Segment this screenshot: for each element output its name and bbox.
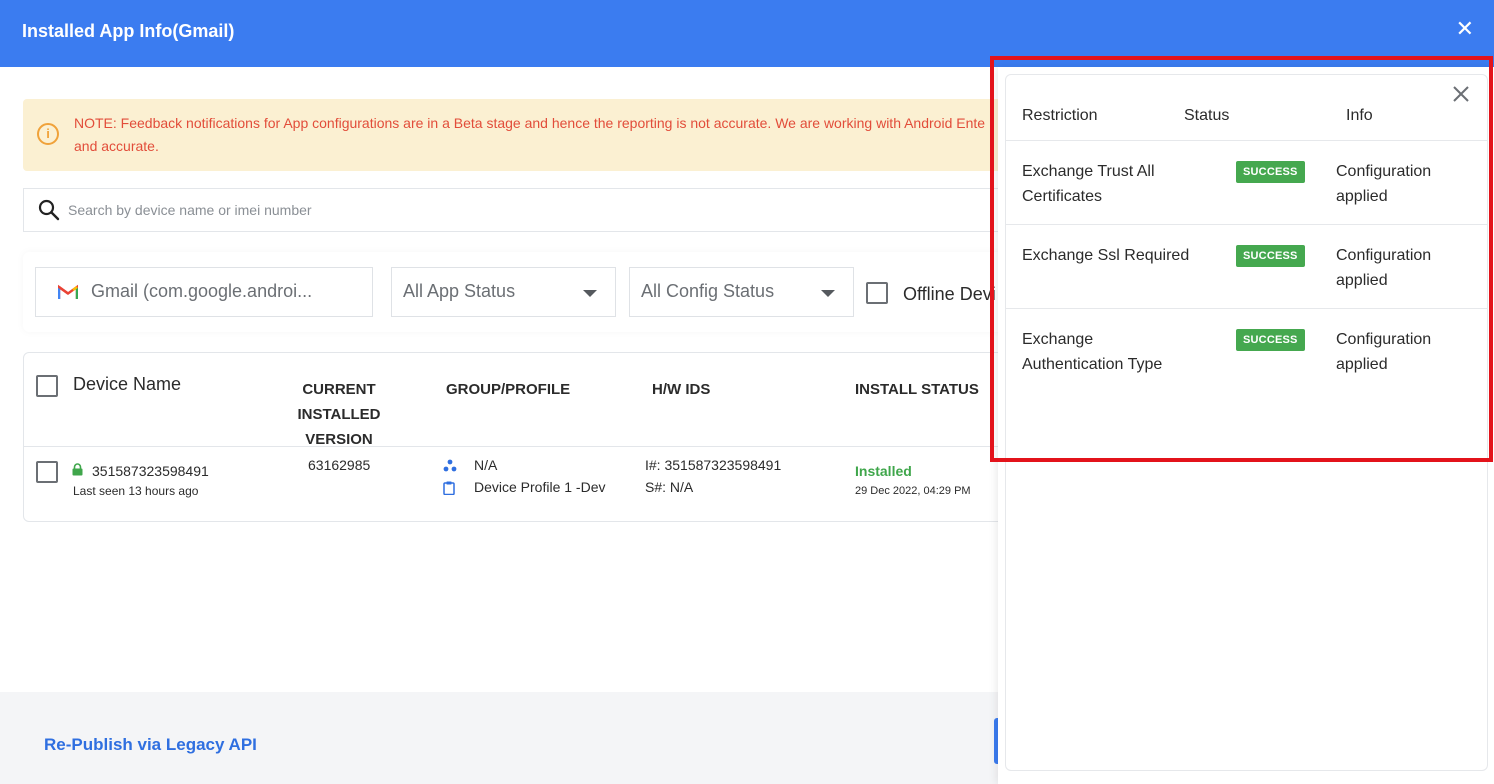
devices-table: Device Name CURRENT INSTALLED VERSION GR… [23, 352, 1033, 522]
app-selector-label: Gmail (com.google.androi... [91, 281, 313, 301]
restriction-name-line1: Exchange [1022, 331, 1094, 348]
restriction-info-line2: applied [1336, 356, 1388, 373]
install-date: 29 Dec 2022, 04:29 PM [855, 485, 971, 497]
table-row[interactable]: 351587323598491 Last seen 13 hours ago 6… [24, 447, 1032, 521]
status-badge: SUCCESS [1236, 329, 1305, 351]
app-selector[interactable]: Gmail (com.google.androi... [35, 267, 373, 317]
note-text-line2: and accurate. [74, 138, 159, 154]
restriction-info-line2: applied [1336, 272, 1388, 289]
restriction-info-line2: applied [1336, 188, 1388, 205]
column-restriction: Restriction [1022, 107, 1098, 124]
restriction-info: Configuration applied [1336, 327, 1476, 377]
note-text-line1: NOTE: Feedback notifications for App con… [74, 115, 986, 131]
status-badge: SUCCESS [1236, 161, 1305, 183]
column-device-name: Device Name [73, 374, 182, 394]
close-icon[interactable]: ✕ [1456, 18, 1474, 40]
restriction-name-line1: Exchange Ssl Required [1022, 247, 1190, 264]
status-badge: SUCCESS [1236, 245, 1305, 267]
beta-note-banner: i NOTE: Feedback notifications for App c… [23, 99, 1033, 171]
lock-icon [72, 463, 83, 476]
info-icon: i [37, 123, 59, 145]
list-item: Exchange Ssl Required SUCCESS Configurat… [1006, 225, 1487, 309]
profile-name: Device Profile 1 -Dev [474, 479, 606, 495]
row-checkbox[interactable] [36, 461, 58, 483]
modal-header: Installed App Info(Gmail) ✕ [0, 0, 1494, 67]
chevron-down-icon [583, 290, 597, 297]
list-item: Exchange Authentication Type SUCCESS Con… [1006, 309, 1487, 393]
restriction-name-line2: Certificates [1022, 188, 1103, 205]
search-input[interactable] [68, 199, 968, 221]
install-status: Installed [855, 463, 912, 479]
column-group-profile: GROUP/PROFILE [446, 381, 571, 398]
group-icon [443, 459, 457, 472]
modal-title: Installed App Info(Gmail) [22, 21, 235, 41]
column-status: Status [1184, 107, 1230, 124]
restriction-name: Exchange Ssl Required [1022, 243, 1192, 268]
select-all-checkbox[interactable] [36, 375, 58, 397]
restriction-name-line2: Authentication Type [1022, 356, 1163, 373]
serial: S#: N/A [645, 479, 694, 495]
chevron-down-icon [821, 290, 835, 297]
group-name: N/A [474, 457, 498, 473]
config-status-dropdown[interactable]: All Config Status [629, 267, 854, 317]
config-status-panel: Restriction Status Info Exchange Trust A… [998, 67, 1494, 784]
column-installed-version-line1: CURRENT INSTALLED [297, 381, 381, 423]
filter-bar: Gmail (com.google.androi... All App Stat… [23, 252, 1033, 332]
restriction-info: Configuration applied [1336, 243, 1476, 293]
restriction-info-line1: Configuration [1336, 247, 1432, 264]
installed-version: 63162985 [308, 457, 371, 473]
gmail-icon [58, 284, 78, 299]
config-status-label: All Config Status [641, 281, 775, 301]
column-install-status: INSTALL STATUS [855, 381, 979, 398]
republish-legacy-api-link[interactable]: Re-Publish via Legacy API [44, 735, 257, 755]
restriction-name: Exchange Authentication Type [1022, 327, 1192, 377]
restriction-name-line1: Exchange Trust All [1022, 163, 1155, 180]
imei: I#: 351587323598491 [645, 457, 782, 473]
clipboard-icon [443, 481, 455, 495]
restriction-info-line1: Configuration [1336, 163, 1432, 180]
restriction-info: Configuration applied [1336, 159, 1476, 209]
offline-devices-label: Offline Devi [903, 284, 996, 304]
device-id[interactable]: 351587323598491 [92, 463, 209, 479]
table-header: Device Name CURRENT INSTALLED VERSION GR… [24, 353, 1032, 448]
restriction-info-line1: Configuration [1336, 331, 1432, 348]
app-status-dropdown[interactable]: All App Status [391, 267, 616, 317]
column-hw-ids: H/W IDS [652, 381, 711, 398]
restriction-name: Exchange Trust All Certificates [1022, 159, 1192, 209]
note-text: NOTE: Feedback notifications for App con… [74, 112, 1014, 158]
device-last-seen: Last seen 13 hours ago [73, 484, 199, 498]
column-info: Info [1346, 107, 1373, 124]
restriction-card: Restriction Status Info Exchange Trust A… [1005, 74, 1488, 771]
search-bar [23, 188, 1033, 232]
offline-devices-checkbox[interactable] [866, 282, 888, 304]
app-status-label: All App Status [403, 281, 516, 301]
search-icon [38, 199, 60, 221]
list-item: Exchange Trust All Certificates SUCCESS … [1006, 141, 1487, 225]
close-icon[interactable] [1450, 83, 1472, 105]
column-installed-version: CURRENT INSTALLED VERSION [259, 377, 419, 452]
